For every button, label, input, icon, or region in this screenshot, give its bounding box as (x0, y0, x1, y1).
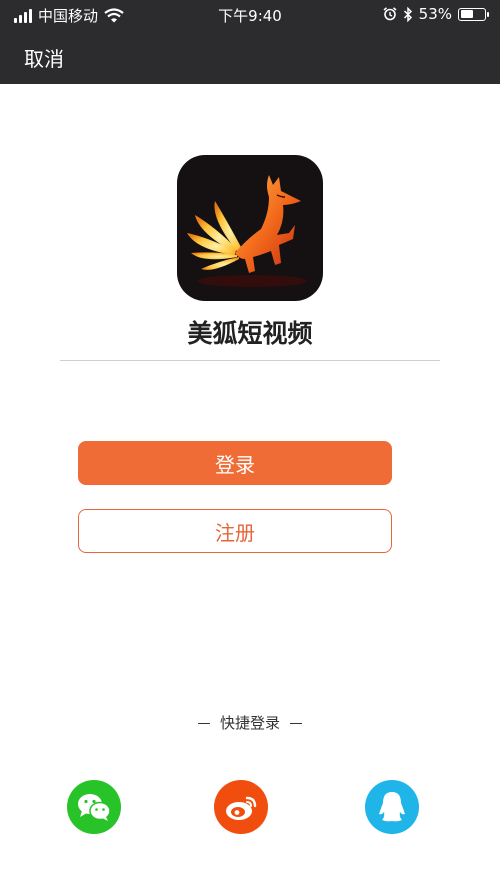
top-bar: 中国移动 下午9:40 53% 取消 (0, 0, 500, 84)
app-logo (177, 155, 323, 301)
register-button[interactable]: 注册 (78, 509, 392, 553)
status-bar: 中国移动 下午9:40 53% (0, 0, 500, 30)
status-right: 53% (383, 5, 489, 23)
weibo-icon (226, 796, 257, 820)
cancel-button[interactable]: 取消 (24, 43, 64, 72)
bluetooth-icon (403, 6, 412, 22)
wechat-icon (78, 794, 111, 821)
wechat-login-button[interactable] (67, 780, 121, 834)
dash-right (290, 723, 302, 724)
battery-level (460, 10, 473, 18)
divider (60, 360, 440, 361)
qq-login-button[interactable] (365, 780, 419, 834)
fox-icon (187, 175, 307, 287)
quick-login-label: 快捷登录 (219, 714, 280, 732)
weibo-login-button[interactable] (214, 780, 268, 834)
dash-left (197, 723, 210, 724)
alarm-icon (383, 7, 397, 21)
app-name: 美狐短视频 (187, 319, 313, 348)
login-button[interactable]: 登录 (78, 441, 392, 485)
qq-penguin-icon (379, 792, 405, 822)
battery-percent: 53% (418, 5, 452, 23)
battery-icon (458, 7, 489, 21)
quick-login-heading: 快捷登录 (0, 712, 500, 733)
